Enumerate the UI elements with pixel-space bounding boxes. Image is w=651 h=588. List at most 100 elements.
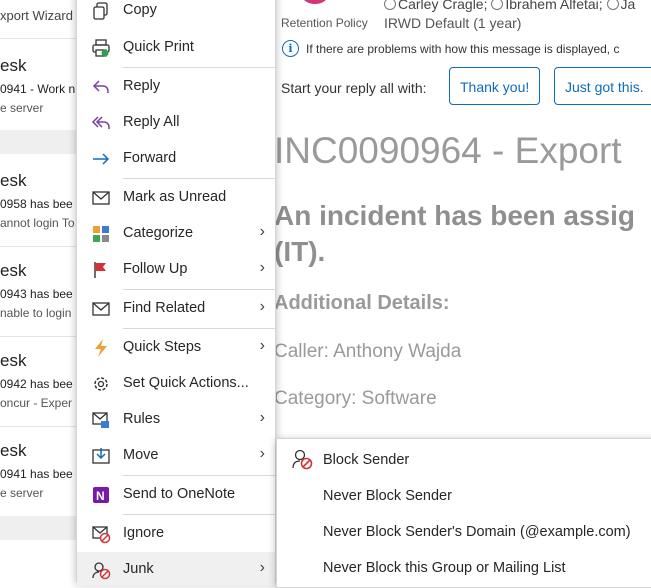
submenu-item-block-sender[interactable]: Block Sender (277, 441, 651, 477)
recipient[interactable]: Ibrahem Alfetai; (505, 0, 602, 12)
recipient[interactable]: Ja (621, 0, 636, 12)
message-sender: esk (0, 261, 27, 280)
chevron-right-icon: › (259, 337, 265, 354)
rules-icon (91, 410, 111, 430)
menu-item-junk[interactable]: Junk › (77, 552, 275, 586)
suggested-reply-button[interactable]: Just got this. (554, 67, 651, 105)
submenu-item-label: Never Block Sender's Domain (@example.co… (323, 524, 631, 540)
menu-item-move[interactable]: Move › (77, 438, 275, 472)
menu-item-label: Junk (123, 561, 154, 577)
menu-item-label: Send to OneNote (123, 486, 236, 502)
forward-icon (91, 149, 111, 169)
message-subject: 0958 has bee (0, 197, 73, 211)
category-text: Category: Software (274, 388, 437, 409)
chevron-right-icon: › (259, 409, 265, 426)
divider (0, 38, 80, 39)
onenote-icon: N (91, 485, 111, 505)
submenu-item-never-block-domain[interactable]: Never Block Sender's Domain (@example.co… (277, 513, 651, 549)
message-preview-text: xport Wizard (0, 8, 73, 23)
menu-item-find-related[interactable]: Find Related › (77, 291, 275, 325)
menu-item-quick-print[interactable]: Quick Print (77, 30, 275, 64)
info-bar-text[interactable]: If there are problems with how this mess… (306, 42, 619, 56)
suggested-reply-label: Start your reply all with: (281, 80, 427, 96)
menu-item-label: Forward (123, 150, 177, 166)
menu-item-label: Quick Print (123, 39, 194, 55)
message-list-item[interactable]: esk 0958 has bee annot login To (0, 171, 80, 237)
menu-item-label: Set Quick Actions... (123, 375, 249, 391)
divider (0, 426, 80, 427)
block-sender-icon (291, 448, 313, 470)
menu-item-reply[interactable]: Reply (77, 69, 275, 103)
message-subject: 0941 has bee (0, 467, 73, 481)
menu-separator (123, 514, 275, 515)
recipient[interactable]: Carley Cragle; (398, 0, 487, 12)
menu-item-categorize[interactable]: Categorize › (77, 216, 275, 250)
menu-item-label: Mark as Unread (123, 189, 227, 205)
info-icon: i (282, 40, 299, 57)
radio-icon[interactable] (491, 0, 504, 10)
menu-item-copy[interactable]: Copy (77, 0, 275, 27)
body-heading-line: (IT). (274, 236, 326, 267)
menu-separator (123, 475, 275, 476)
radio-icon[interactable] (384, 0, 396, 10)
menu-item-mark-as-unread[interactable]: Mark as Unread (77, 180, 275, 214)
submenu-item-label: Block Sender (323, 452, 410, 468)
radio-icon[interactable] (606, 0, 619, 10)
body-heading: An incident has been assig (IT). (274, 198, 635, 270)
message-preview: annot login To (0, 216, 75, 230)
menu-item-label: Reply All (123, 114, 180, 130)
message-list-item[interactable]: esk 0941 - Work n e server (0, 56, 80, 122)
menu-separator (123, 178, 275, 179)
chevron-right-icon: › (259, 259, 265, 276)
menu-item-set-quick-actions[interactable]: Set Quick Actions... (77, 366, 275, 400)
menu-item-label: Rules (123, 411, 161, 427)
menu-item-forward[interactable]: Forward (77, 141, 275, 175)
menu-item-ignore[interactable]: Ignore (77, 516, 275, 550)
message-sender: esk (0, 171, 27, 190)
menu-item-follow-up[interactable]: Follow Up › (77, 252, 275, 286)
divider (0, 336, 80, 337)
message-subject: 0942 has bee (0, 377, 73, 391)
body-heading-line: An incident has been assig (274, 200, 635, 231)
menu-item-label: Ignore (123, 525, 165, 541)
copy-icon (91, 1, 111, 21)
junk-submenu: Block Sender Never Block Sender Never Bl… (276, 438, 651, 588)
context-menu: Copy Quick Print Reply Reply All Forward… (76, 0, 276, 586)
recipient-list: Carley Cragle; Ibrahem Alfetai; Ja (384, 0, 635, 12)
submenu-item-never-block-sender[interactable]: Never Block Sender (277, 477, 651, 513)
message-list: xport Wizard esk 0941 - Work n e server … (0, 0, 80, 574)
list-group-separator (0, 516, 80, 540)
submenu-item-never-block-group[interactable]: Never Block this Group or Mailing List (277, 549, 651, 585)
chevron-right-icon: › (259, 298, 265, 315)
message-list-item[interactable]: esk 0941 has bee e server (0, 441, 80, 507)
message-list-item[interactable]: esk 0942 has bee oncur - Exper (0, 351, 80, 417)
menu-item-rules[interactable]: Rules › (77, 402, 275, 436)
menu-item-label: Copy (123, 2, 157, 18)
menu-separator (123, 67, 275, 68)
menu-item-reply-all[interactable]: Reply All (77, 105, 275, 139)
svg-text:N: N (96, 489, 105, 503)
menu-item-label: Quick Steps (123, 339, 202, 355)
lightning-icon (91, 338, 111, 358)
menu-item-send-to-onenote[interactable]: N Send to OneNote (77, 477, 275, 511)
move-icon (91, 446, 111, 466)
suggested-reply-button[interactable]: Thank you! (449, 67, 541, 105)
message-subject: 0941 - Work n (0, 82, 76, 96)
menu-item-label: Move (123, 447, 159, 463)
chevron-right-icon: › (259, 559, 265, 576)
message-preview: e server (0, 486, 44, 500)
retention-policy-value: IRWD Default (1 year) (384, 15, 522, 31)
menu-item-quick-steps[interactable]: Quick Steps › (77, 330, 275, 364)
message-preview: e server (0, 101, 44, 115)
details-heading: Additional Details: (274, 292, 450, 314)
gear-icon (91, 374, 111, 394)
junk-icon (91, 560, 111, 580)
message-sender: esk (0, 351, 27, 370)
list-group-separator (0, 130, 80, 154)
chevron-right-icon: › (259, 223, 265, 240)
menu-separator (123, 328, 275, 329)
caller-text: Caller: Anthony Wajda (274, 341, 462, 362)
menu-item-label: Find Related (123, 300, 206, 316)
message-list-item[interactable]: esk 0943 has bee nable to login (0, 261, 80, 327)
envelope-icon (91, 188, 111, 208)
